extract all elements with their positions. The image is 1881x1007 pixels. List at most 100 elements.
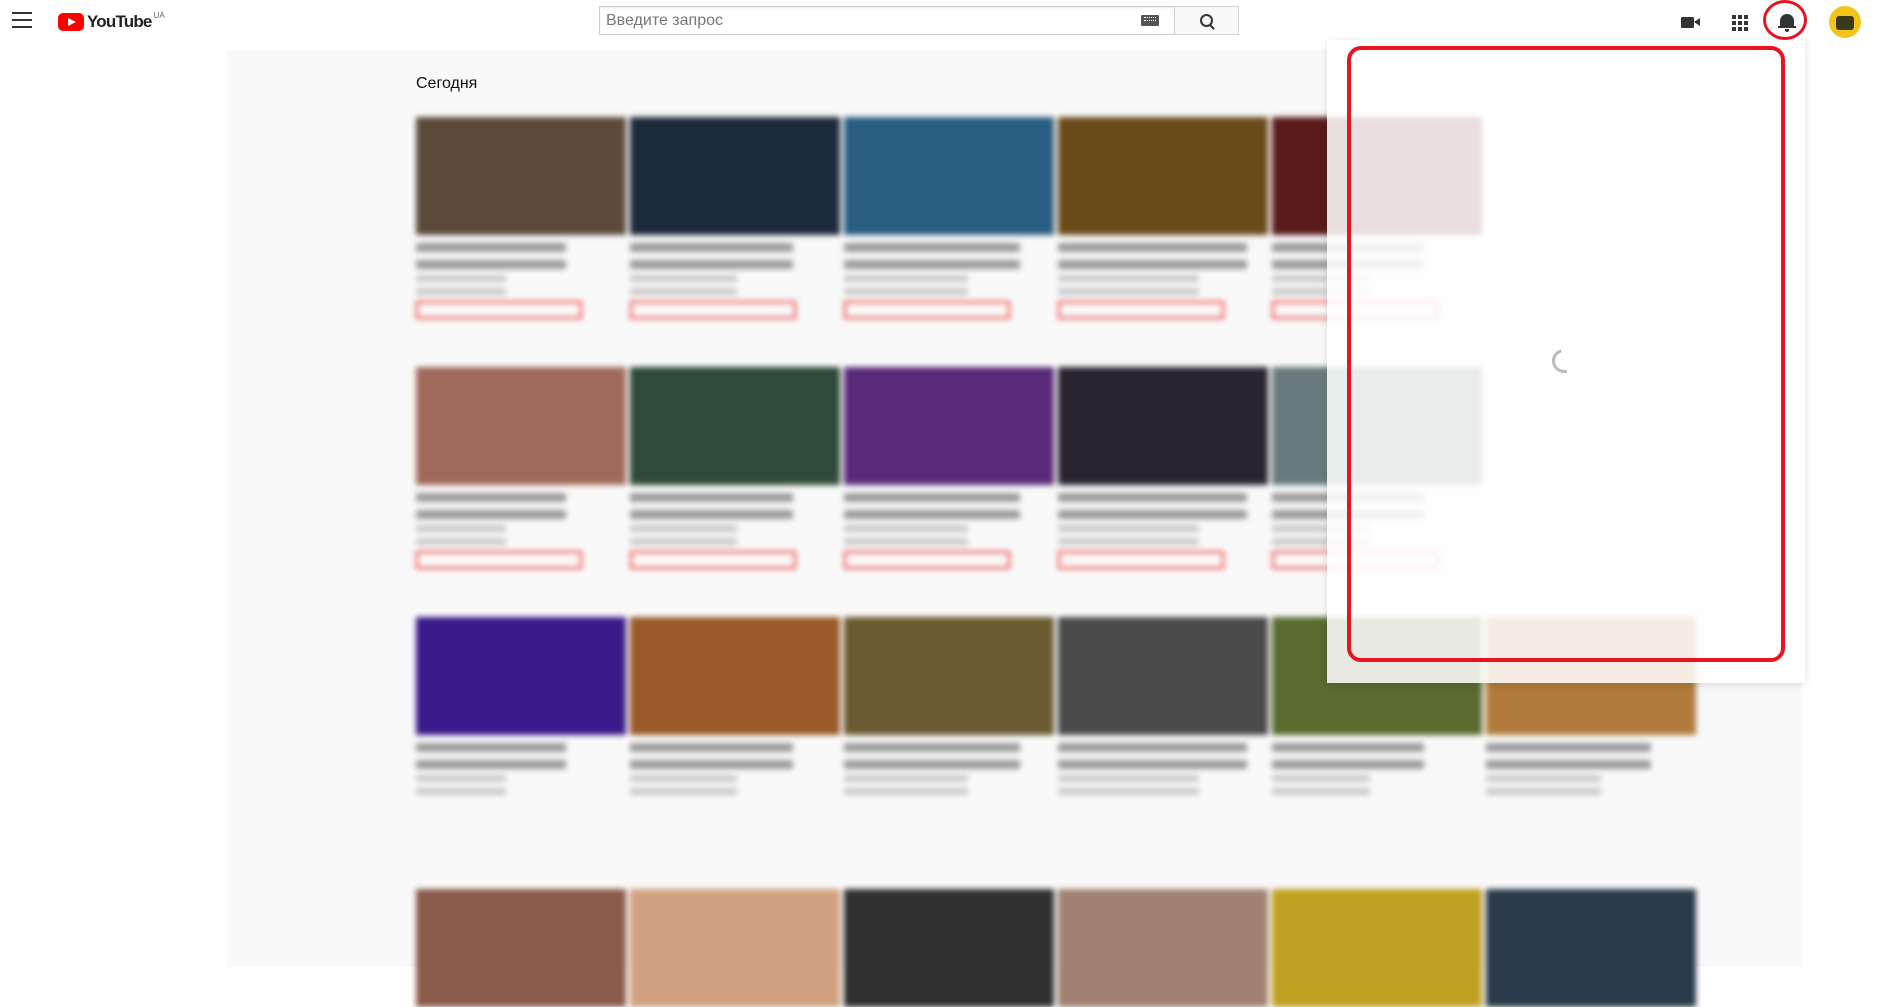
video-card[interactable] (844, 117, 1054, 319)
video-text-line (1058, 275, 1199, 282)
video-text-line (1486, 760, 1651, 769)
video-thumbnail[interactable] (416, 617, 626, 735)
video-text-line (630, 525, 737, 532)
video-text-line (1486, 743, 1651, 752)
video-text-line (630, 775, 737, 782)
video-card[interactable] (630, 367, 840, 569)
video-card[interactable] (416, 889, 626, 1007)
video-text-line (630, 788, 737, 795)
video-text-line (630, 275, 737, 282)
video-text-line (844, 538, 968, 545)
video-text-line (844, 510, 1020, 519)
search-input[interactable] (599, 6, 1174, 35)
video-text-line (1058, 775, 1199, 782)
avatar[interactable] (1829, 6, 1861, 38)
video-text-line (416, 743, 566, 752)
video-text-line (1058, 243, 1247, 252)
video-card[interactable] (1058, 367, 1268, 569)
video-text-line (844, 288, 968, 295)
live-badge (844, 551, 1010, 569)
youtube-logo[interactable]: YouTube UA (58, 10, 165, 32)
video-text-line (416, 288, 506, 295)
video-text-line (844, 775, 968, 782)
video-text-line (630, 243, 793, 252)
video-thumbnail[interactable] (844, 889, 1054, 1007)
video-text-line (1272, 775, 1370, 782)
video-thumbnail[interactable] (416, 117, 626, 235)
search-button[interactable] (1174, 6, 1239, 35)
video-text-line (630, 538, 737, 545)
video-text-line (844, 743, 1020, 752)
video-text-line (1058, 525, 1199, 532)
video-thumbnail[interactable] (416, 889, 626, 1007)
live-badge (416, 551, 582, 569)
video-text-line (630, 760, 793, 769)
logo-text: YouTube (87, 12, 152, 31)
video-thumbnail[interactable] (630, 367, 840, 485)
video-card[interactable] (630, 117, 840, 319)
bell-highlight-circle (1763, 0, 1807, 40)
logo-region: UA (153, 10, 165, 20)
create-video-icon[interactable] (1679, 10, 1703, 34)
video-thumbnail[interactable] (630, 617, 840, 735)
video-text-line (416, 538, 506, 545)
video-card[interactable] (416, 367, 626, 569)
video-text-line (844, 760, 1020, 769)
live-badge (630, 551, 796, 569)
video-thumbnail[interactable] (630, 889, 840, 1007)
top-bar: YouTube UA (0, 0, 1881, 44)
video-text-line (630, 260, 793, 269)
video-thumbnail[interactable] (416, 367, 626, 485)
video-text-line (630, 510, 793, 519)
video-thumbnail[interactable] (1058, 617, 1268, 735)
live-badge (1058, 551, 1224, 569)
video-text-line (1058, 260, 1247, 269)
video-card[interactable] (844, 367, 1054, 569)
video-text-line (1272, 788, 1370, 795)
video-thumbnail[interactable] (844, 617, 1054, 735)
video-text-line (630, 288, 737, 295)
video-text-line (1486, 775, 1601, 782)
video-card[interactable] (630, 617, 840, 795)
video-card[interactable] (1058, 117, 1268, 319)
video-card[interactable] (1272, 889, 1482, 1007)
video-text-line (1058, 788, 1199, 795)
video-text-line (844, 260, 1020, 269)
video-thumbnail[interactable] (844, 117, 1054, 235)
video-thumbnail[interactable] (1486, 889, 1696, 1007)
video-text-line (416, 260, 566, 269)
video-text-line (1058, 510, 1247, 519)
video-thumbnail[interactable] (630, 117, 840, 235)
live-badge (1058, 301, 1224, 319)
video-text-line (844, 788, 968, 795)
video-text-line (416, 493, 566, 502)
video-card[interactable] (416, 617, 626, 795)
video-card[interactable] (844, 617, 1054, 795)
video-card[interactable] (844, 889, 1054, 1007)
video-text-line (1272, 760, 1424, 769)
video-text-line (416, 275, 506, 282)
apps-icon[interactable] (1727, 10, 1751, 34)
video-card[interactable] (630, 889, 840, 1007)
video-thumbnail[interactable] (1058, 889, 1268, 1007)
video-thumbnail[interactable] (1058, 367, 1268, 485)
video-thumbnail[interactable] (1058, 117, 1268, 235)
video-card[interactable] (1058, 617, 1268, 795)
live-badge (416, 301, 582, 319)
video-thumbnail[interactable] (844, 367, 1054, 485)
video-text-line (1058, 493, 1247, 502)
video-text-line (630, 743, 793, 752)
video-text-line (1058, 743, 1247, 752)
video-thumbnail[interactable] (1272, 889, 1482, 1007)
video-card[interactable] (416, 117, 626, 319)
keyboard-icon[interactable] (1141, 15, 1159, 26)
youtube-logo-icon (58, 13, 84, 31)
video-text-line (416, 775, 506, 782)
video-card[interactable] (1486, 889, 1696, 1007)
video-card[interactable] (1058, 889, 1268, 1007)
search-icon (1200, 14, 1213, 27)
menu-icon[interactable] (12, 12, 34, 28)
video-text-line (416, 788, 506, 795)
search-bar (599, 6, 1239, 35)
video-text-line (844, 243, 1020, 252)
